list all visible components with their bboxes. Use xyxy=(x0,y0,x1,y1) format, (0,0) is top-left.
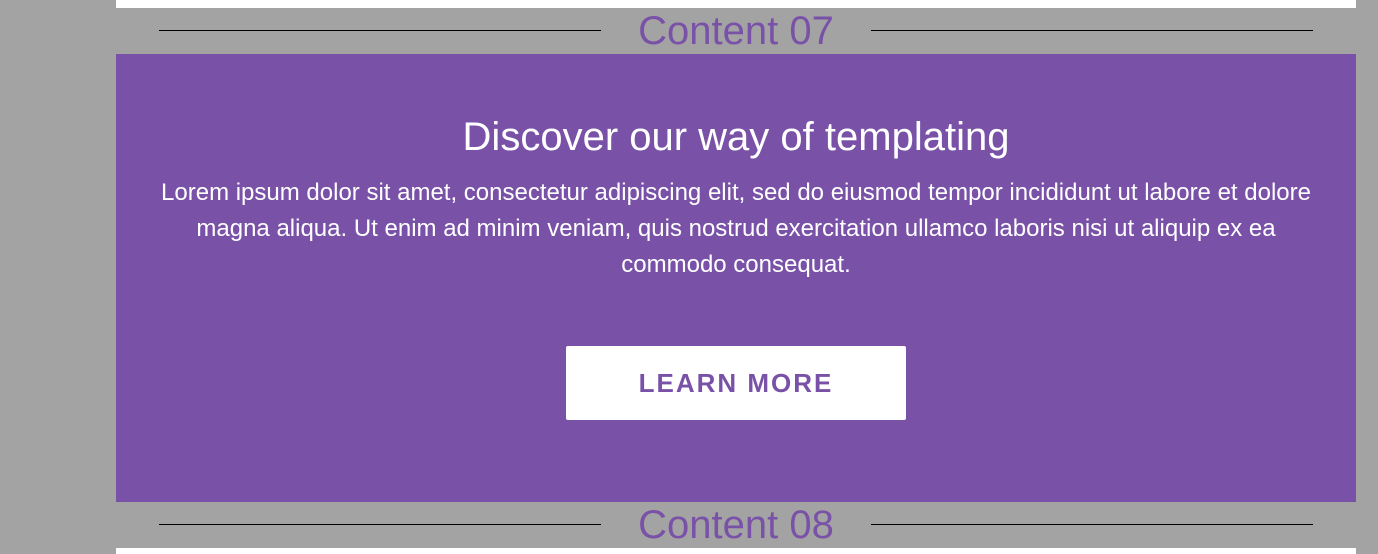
section-label: Content 08 xyxy=(638,503,834,547)
divider-line-left xyxy=(159,30,601,31)
page: Content 07 Discover our way of templatin… xyxy=(0,0,1378,554)
hero-description: Lorem ipsum dolor sit amet, consectetur … xyxy=(161,179,1311,278)
hero-banner: Discover our way of templating Lorem ips… xyxy=(116,54,1356,502)
next-section-edge xyxy=(116,548,1356,554)
hero-title: Discover our way of templating xyxy=(462,115,1010,159)
divider-line-left xyxy=(159,524,601,525)
section-divider-content-07: Content 07 xyxy=(159,8,1313,54)
divider-line-right xyxy=(871,30,1313,31)
divider-line-right xyxy=(871,524,1313,525)
previous-section-edge xyxy=(116,0,1356,8)
section-divider-content-08: Content 08 xyxy=(159,502,1313,548)
learn-more-button[interactable]: LEARN MORE xyxy=(566,346,906,420)
section-label: Content 07 xyxy=(638,9,834,53)
